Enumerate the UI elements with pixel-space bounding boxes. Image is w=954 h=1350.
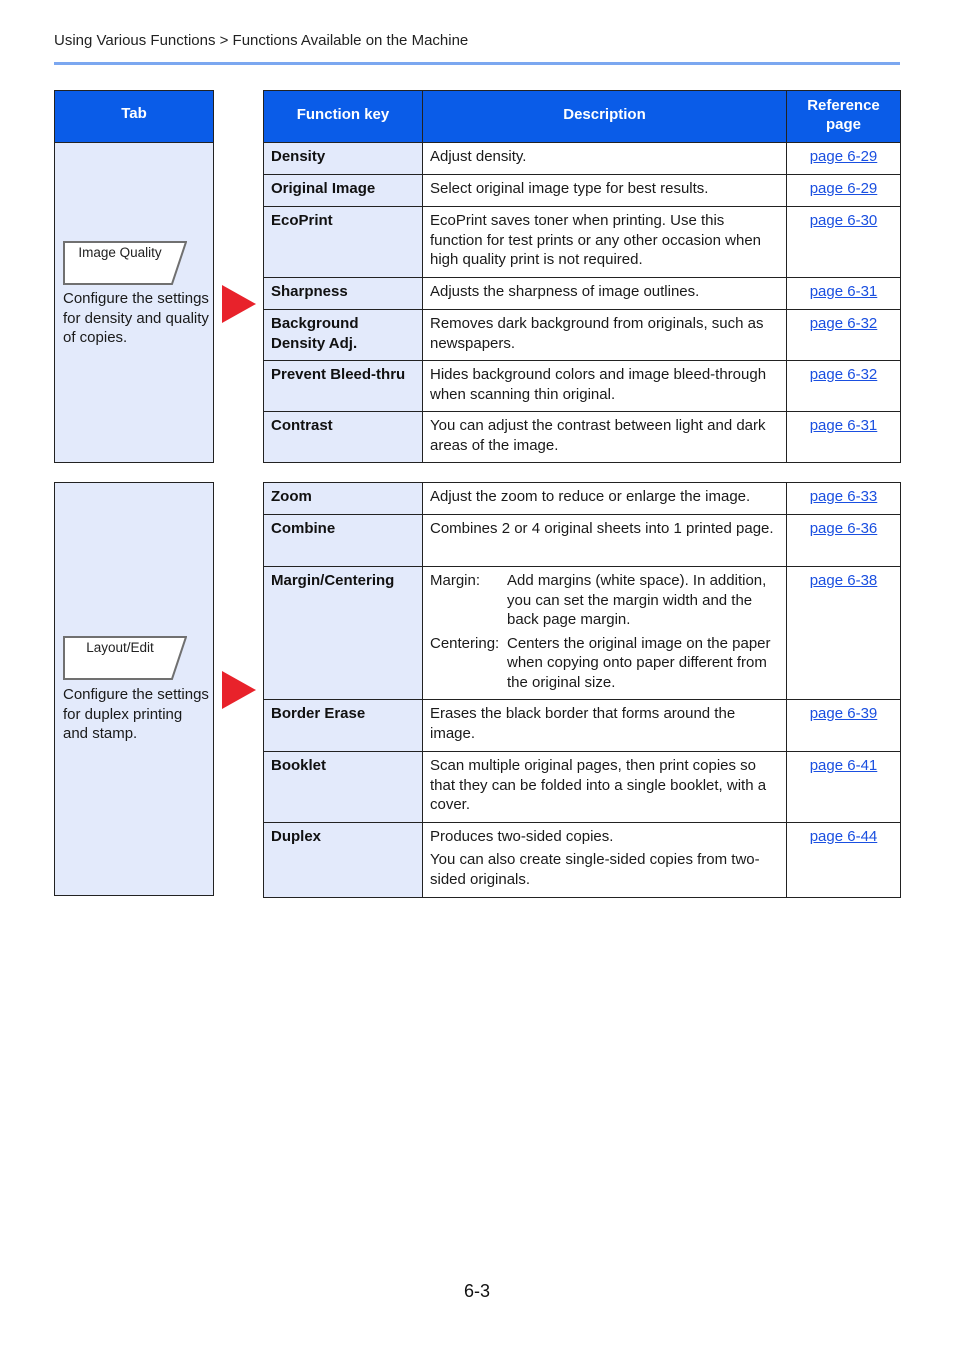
function-key: EcoPrint [263, 206, 423, 278]
tab-column-layout-edit: Layout/Edit Configure the settings for d… [54, 482, 214, 896]
reference-link[interactable]: page 6-32 [810, 315, 878, 332]
table-row: Contrast You can adjust the contrast bet… [263, 411, 901, 463]
tab-description: Configure the settings for density and q… [63, 290, 209, 346]
table-row: Margin/Centering Margin: Add margins (wh… [263, 566, 901, 700]
tab-key-label: Image Quality [78, 245, 162, 260]
table-row: Background Density Adj. Removes dark bac… [263, 309, 901, 361]
sub-item-text: Add margins (white space). In addition, … [507, 572, 767, 628]
sub-item-label: Margin: [430, 572, 481, 589]
table-row: Sharpness Adjusts the sharpness of image… [263, 277, 901, 310]
table-row: Zoom Adjust the zoom to reduce or enlarg… [263, 482, 901, 515]
description: Margin: Add margins (white space). In ad… [422, 566, 787, 700]
breadcrumb: Using Various Functions > Functions Avai… [54, 32, 469, 49]
reference-link[interactable]: page 6-38 [810, 572, 878, 589]
description: Hides background colors and image bleed-… [422, 360, 787, 412]
column-header-reference-page: Reference page [786, 90, 901, 143]
table-row: EcoPrint EcoPrint saves toner when print… [263, 206, 901, 278]
function-key: Border Erase [263, 699, 423, 752]
description: EcoPrint saves toner when printing. Use … [422, 206, 787, 278]
reference-link[interactable]: page 6-29 [810, 148, 878, 165]
reference-link[interactable]: page 6-29 [810, 180, 878, 197]
table-row: Combine Combines 2 or 4 original sheets … [263, 514, 901, 567]
function-table-layout-edit: Zoom Adjust the zoom to reduce or enlarg… [263, 482, 901, 898]
reference-link[interactable]: page 6-41 [810, 757, 878, 774]
function-key: Booklet [263, 751, 423, 823]
function-key: Combine [263, 514, 423, 567]
reference-link[interactable]: page 6-32 [810, 366, 878, 383]
sub-item-margin: Margin: Add margins (white space). In ad… [430, 571, 779, 630]
function-key: Background Density Adj. [263, 309, 423, 361]
table-row: Border Erase Erases the black border tha… [263, 699, 901, 752]
header-divider [54, 62, 900, 65]
reference-link[interactable]: page 6-31 [810, 283, 878, 300]
function-table-image-quality: Function key Description Reference page … [263, 90, 901, 463]
description: Scan multiple original pages, then print… [422, 751, 787, 823]
function-key: Duplex [263, 821, 423, 898]
table-row: Density Adjust density. page 6-29 [263, 142, 901, 175]
tab-description: Configure the settings for duplex printi… [63, 686, 209, 742]
description: Adjust density. [422, 142, 787, 175]
table-row: Duplex Produces two-sided copies. You ca… [263, 821, 901, 898]
table-row: Prevent Bleed-thru Hides background colo… [263, 360, 901, 412]
tab-column-image-quality: Tab Image Quality Configure the settings… [54, 90, 214, 463]
table-row: Booklet Scan multiple original pages, th… [263, 751, 901, 823]
description: Adjust the zoom to reduce or enlarge the… [422, 482, 787, 515]
sub-item-text: Centers the original image on the paper … [507, 634, 771, 691]
description-paragraph: You can also create single-sided copies … [430, 851, 760, 888]
description: Select original image type for best resu… [422, 174, 787, 207]
function-key: Margin/Centering [263, 566, 423, 700]
reference-link[interactable]: page 6-36 [810, 520, 878, 537]
page-number: 6-3 [463, 1281, 490, 1301]
function-key: Prevent Bleed-thru [263, 360, 423, 412]
reference-link[interactable]: page 6-44 [810, 828, 878, 845]
sub-item-label: Centering: [430, 634, 500, 652]
column-header-function-key: Function key [263, 90, 423, 143]
table-row: Original Image Select original image typ… [263, 174, 901, 207]
function-key: Zoom [263, 482, 423, 515]
column-header-description: Description [422, 90, 787, 143]
arrow-right-icon [222, 285, 256, 323]
description: Produces two-sided copies. You can also … [422, 821, 787, 898]
function-key: Density [263, 142, 423, 175]
description: You can adjust the contrast between ligh… [422, 411, 787, 463]
layout-edit-tab-key: Layout/Edit [63, 636, 187, 680]
function-key: Original Image [263, 174, 423, 207]
description: Combines 2 or 4 original sheets into 1 p… [422, 514, 787, 567]
description: Removes dark background from originals, … [422, 309, 787, 361]
reference-link[interactable]: page 6-33 [810, 488, 878, 505]
reference-link[interactable]: page 6-31 [810, 417, 878, 434]
function-key: Sharpness [263, 277, 423, 310]
description-paragraph: Produces two-sided copies. [430, 827, 614, 845]
arrow-right-icon [222, 671, 256, 709]
table-header-row: Function key Description Reference page [263, 90, 901, 143]
tab-column-header: Tab [55, 91, 213, 143]
reference-link[interactable]: page 6-30 [810, 212, 878, 229]
image-quality-tab-key: Image Quality [63, 241, 187, 285]
reference-link[interactable]: page 6-39 [810, 705, 878, 722]
function-key: Contrast [263, 411, 423, 463]
tab-key-label: Layout/Edit [86, 640, 154, 655]
description: Erases the black border that forms aroun… [422, 699, 787, 752]
sub-item-centering: Centering: Centers the original image on… [430, 634, 779, 693]
description: Adjusts the sharpness of image outlines. [422, 277, 787, 310]
